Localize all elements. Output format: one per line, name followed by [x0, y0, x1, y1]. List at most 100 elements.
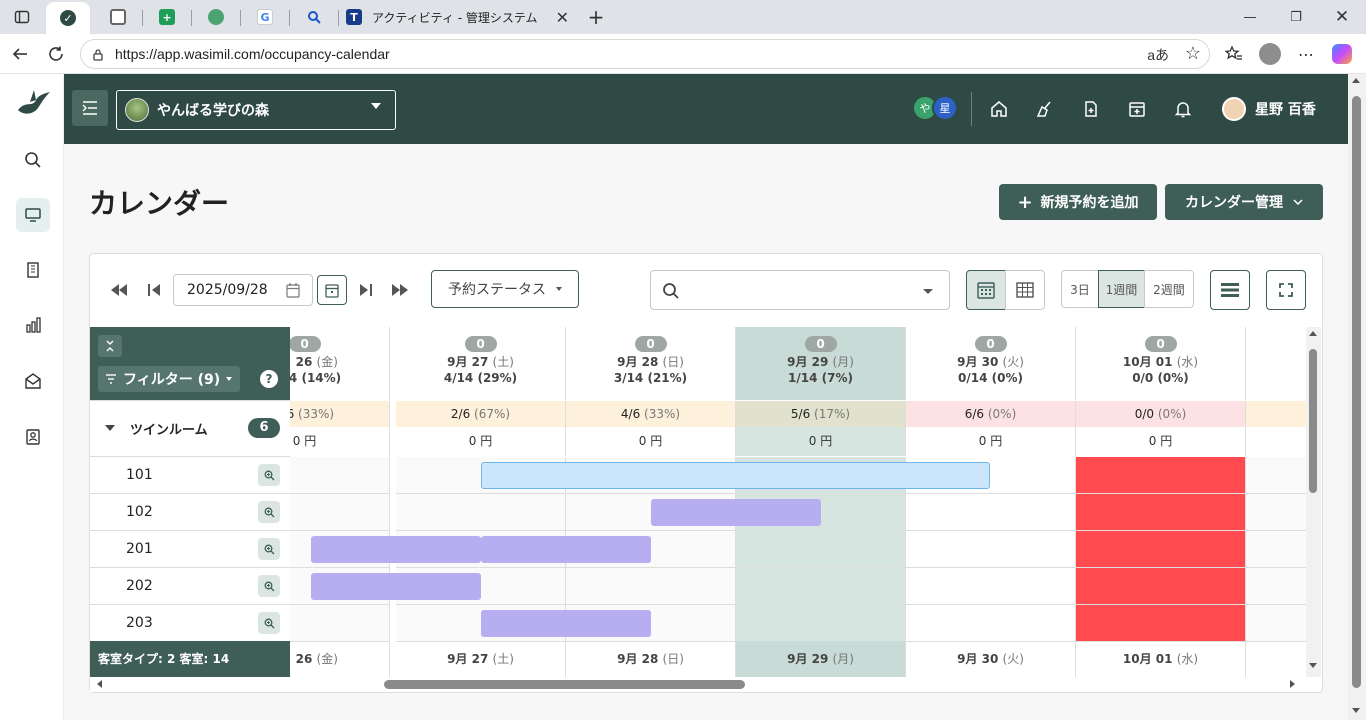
scroll-down-icon[interactable]: [1309, 663, 1317, 668]
minimize-button[interactable]: —: [1238, 4, 1262, 30]
close-tab-icon[interactable]: ✕: [556, 8, 569, 27]
list-view-button[interactable]: [1210, 270, 1250, 310]
room-row[interactable]: 203: [90, 605, 290, 642]
favorite-star-icon[interactable]: ☆: [1185, 43, 1201, 64]
room-day-cell[interactable]: [906, 605, 1076, 642]
grid-vertical-scrollbar[interactable]: [1306, 327, 1321, 677]
room-day-cell[interactable]: [290, 605, 390, 642]
home-button[interactable]: [981, 91, 1017, 127]
add-reservation-button[interactable]: + 新規予約を追加: [999, 184, 1157, 220]
room-day-cell[interactable]: [1246, 531, 1306, 568]
copilot-button[interactable]: [1330, 42, 1354, 66]
restore-button[interactable]: ❐: [1284, 4, 1308, 30]
reservation-status-select[interactable]: 予約ステータス: [431, 270, 579, 308]
grid-horizontal-scroll-thumb[interactable]: [384, 680, 745, 689]
tab-edge[interactable]: [194, 4, 238, 30]
date-column-header[interactable]: 0 9月 29 (月) 1/14 (7%): [736, 327, 906, 400]
page-vertical-scrollbar[interactable]: [1348, 74, 1366, 720]
new-event-button[interactable]: [1119, 91, 1155, 127]
table-view-button[interactable]: [1005, 270, 1045, 310]
room-day-cell[interactable]: [1076, 568, 1246, 605]
room-day-cell[interactable]: [906, 494, 1076, 531]
site-info-icon[interactable]: [91, 48, 105, 62]
page-scroll-down-icon[interactable]: [1352, 708, 1360, 713]
tab-search[interactable]: [292, 4, 336, 30]
calendar-nav-button[interactable]: [16, 198, 50, 232]
room-day-cell[interactable]: [1246, 457, 1306, 494]
room-day-cell[interactable]: [396, 494, 566, 531]
room-day-cell[interactable]: [290, 457, 390, 494]
grid-horizontal-scrollbar[interactable]: [90, 677, 1306, 692]
mail-nav-button[interactable]: [16, 364, 50, 398]
room-day-cell[interactable]: [290, 494, 390, 531]
room-day-cell[interactable]: [906, 568, 1076, 605]
scroll-right-icon[interactable]: [1290, 680, 1295, 688]
room-day-cell[interactable]: [1246, 568, 1306, 605]
room-detail-button[interactable]: [258, 538, 280, 560]
user-name[interactable]: 星野 百香: [1255, 99, 1316, 119]
help-icon[interactable]: ?: [260, 370, 278, 388]
date-input[interactable]: 2025/09/28: [173, 274, 313, 306]
toggle-sidebar-button[interactable]: [72, 90, 108, 126]
close-window-button[interactable]: ✕: [1330, 4, 1354, 30]
guests-nav-button[interactable]: [16, 420, 50, 454]
building-nav-button[interactable]: [16, 253, 50, 287]
tab-actions-button[interactable]: [0, 4, 44, 30]
reports-nav-button[interactable]: [16, 308, 50, 342]
read-aloud-icon[interactable]: aあ: [1147, 45, 1169, 65]
range-3day-button[interactable]: 3日: [1061, 270, 1099, 308]
search-select[interactable]: [650, 270, 950, 310]
group-collapse-icon[interactable]: [105, 425, 115, 431]
prev-day-button[interactable]: [144, 280, 164, 300]
room-row[interactable]: 202: [90, 568, 290, 605]
room-day-cell[interactable]: [736, 568, 906, 605]
new-tab-button[interactable]: +: [584, 4, 608, 30]
page-scroll-up-icon[interactable]: [1352, 78, 1360, 83]
room-group-row[interactable]: ツインルーム 6: [90, 400, 290, 457]
url-field[interactable]: https://app.wasimil.com/occupancy-calend…: [80, 39, 1210, 69]
room-detail-button[interactable]: [258, 501, 280, 523]
new-document-button[interactable]: [1073, 91, 1109, 127]
room-row[interactable]: 102: [90, 494, 290, 531]
notifications-button[interactable]: [1165, 91, 1201, 127]
room-day-cell[interactable]: [906, 531, 1076, 568]
scroll-left-icon[interactable]: [97, 680, 102, 688]
tab-activity[interactable]: T アクティビティ - 管理システム ✕: [342, 4, 577, 30]
tab-square[interactable]: [96, 4, 140, 30]
prev-week-button[interactable]: [108, 280, 130, 300]
booking-bar[interactable]: [481, 462, 990, 489]
fullscreen-button[interactable]: [1266, 270, 1306, 310]
filter-button[interactable]: フィルター (9): [98, 366, 240, 392]
booking-bar[interactable]: [481, 536, 651, 563]
room-day-cell[interactable]: [1076, 531, 1246, 568]
room-day-cell[interactable]: [566, 568, 736, 605]
avatar-hoshi[interactable]: 星: [932, 95, 958, 121]
date-column-header[interactable]: 10 3: [1246, 327, 1306, 400]
date-column-header[interactable]: 0 10月 01 (水) 0/0 (0%): [1076, 327, 1246, 400]
room-row[interactable]: 101: [90, 457, 290, 494]
tab-google[interactable]: G: [243, 4, 287, 30]
page-scroll-thumb[interactable]: [1352, 96, 1361, 688]
room-detail-button[interactable]: [258, 575, 280, 597]
search-nav-button[interactable]: [16, 143, 50, 177]
favorites-button[interactable]: [1222, 42, 1246, 66]
date-column-header[interactable]: 0 9月 28 (日) 3/14 (21%): [566, 327, 736, 400]
user-avatar[interactable]: [1222, 97, 1246, 121]
more-menu-button[interactable]: ⋯: [1294, 42, 1318, 66]
back-button[interactable]: [8, 42, 32, 66]
grid-vertical-scroll-thumb[interactable]: [1309, 349, 1317, 493]
app-logo[interactable]: [14, 84, 54, 124]
room-day-cell[interactable]: [1076, 605, 1246, 642]
date-column-header[interactable]: 0 9月 30 (火) 0/14 (0%): [906, 327, 1076, 400]
date-column-header[interactable]: 09月 26 (金)3/14 (14%): [290, 327, 390, 400]
booking-bar[interactable]: [651, 499, 821, 526]
facility-select[interactable]: やんばる学びの森: [116, 90, 396, 130]
profile-button[interactable]: [1258, 42, 1282, 66]
tab-sheets[interactable]: +: [145, 4, 189, 30]
calendar-view-button[interactable]: [966, 270, 1006, 310]
room-detail-button[interactable]: [258, 464, 280, 486]
next-week-button[interactable]: [389, 280, 411, 300]
room-day-cell[interactable]: [1246, 605, 1306, 642]
calendar-manage-button[interactable]: カレンダー管理: [1165, 184, 1323, 220]
room-day-cell[interactable]: [1076, 457, 1246, 494]
